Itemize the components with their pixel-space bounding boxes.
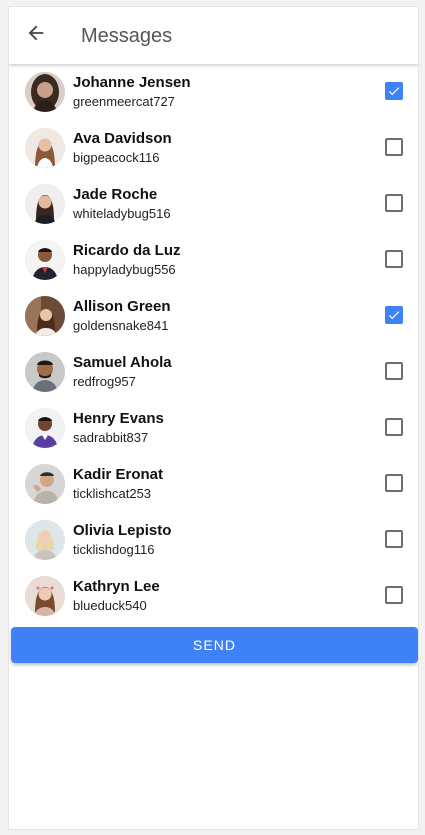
check-icon: [388, 311, 400, 320]
contact-row[interactable]: Allison Green goldensnake841: [9, 290, 418, 346]
avatar: [25, 464, 65, 504]
back-button[interactable]: [21, 20, 51, 50]
contact-username: ticklishdog116: [73, 542, 155, 557]
avatar: [25, 576, 65, 616]
contact-name: Samuel Ahola: [73, 354, 172, 371]
contact-name: Ricardo da Luz: [73, 242, 181, 259]
select-checkbox[interactable]: [385, 586, 403, 604]
select-checkbox[interactable]: [385, 306, 403, 324]
select-checkbox[interactable]: [385, 194, 403, 212]
contact-row[interactable]: Samuel Ahola redfrog957: [9, 346, 418, 402]
avatar: [25, 520, 65, 560]
contact-row[interactable]: Kathryn Lee blueduck540: [9, 570, 418, 626]
contact-row[interactable]: Johanne Jensen greenmeercat727: [9, 66, 418, 122]
check-icon: [388, 87, 400, 96]
contact-username: blueduck540: [73, 598, 147, 613]
contact-row[interactable]: Ava Davidson bigpeacock116: [9, 122, 418, 178]
contact-name: Kathryn Lee: [73, 578, 160, 595]
app-frame: Messages Johanne Jensen greenmeercat727 …: [8, 6, 419, 830]
page-title: Messages: [81, 25, 173, 47]
contact-row[interactable]: Henry Evans sadrabbit837: [9, 402, 418, 458]
contact-row[interactable]: Olivia Lepisto ticklishdog116: [9, 514, 418, 570]
select-checkbox[interactable]: [385, 418, 403, 436]
contact-list: Johanne Jensen greenmeercat727 Ava David…: [9, 66, 418, 626]
avatar: [25, 72, 65, 112]
contact-username: greenmeercat727: [73, 94, 175, 109]
avatar: [25, 184, 65, 224]
select-checkbox[interactable]: [385, 474, 403, 492]
avatar: [25, 296, 65, 336]
contact-name: Ava Davidson: [73, 130, 172, 147]
contact-username: happyladybug556: [73, 262, 176, 277]
contact-name: Henry Evans: [73, 410, 164, 427]
avatar: [25, 128, 65, 168]
contact-row[interactable]: Ricardo da Luz happyladybug556: [9, 234, 418, 290]
contact-username: bigpeacock116: [73, 150, 160, 165]
contact-username: ticklishcat253: [73, 486, 152, 501]
contact-row[interactable]: Jade Roche whiteladybug516: [9, 178, 418, 234]
send-button[interactable]: SEND: [11, 627, 418, 663]
contact-name: Olivia Lepisto: [73, 522, 172, 539]
arrow-left-icon: [25, 22, 47, 49]
contact-row[interactable]: Kadir Eronat ticklishcat253: [9, 458, 418, 514]
app-bar: Messages: [9, 7, 418, 64]
select-checkbox[interactable]: [385, 138, 403, 156]
contact-name: Jade Roche: [73, 186, 158, 203]
contact-name: Kadir Eronat: [73, 466, 164, 483]
contact-name: Johanne Jensen: [73, 74, 191, 91]
avatar: [25, 408, 65, 448]
contact-name: Allison Green: [73, 298, 171, 315]
contact-username: goldensnake841: [73, 318, 169, 333]
avatar: [25, 240, 65, 280]
select-checkbox[interactable]: [385, 82, 403, 100]
avatar: [25, 352, 65, 392]
select-checkbox[interactable]: [385, 362, 403, 380]
select-checkbox[interactable]: [385, 250, 403, 268]
contact-username: sadrabbit837: [73, 430, 149, 445]
contact-username: redfrog957: [73, 374, 136, 389]
select-checkbox[interactable]: [385, 530, 403, 548]
contact-username: whiteladybug516: [73, 206, 171, 221]
